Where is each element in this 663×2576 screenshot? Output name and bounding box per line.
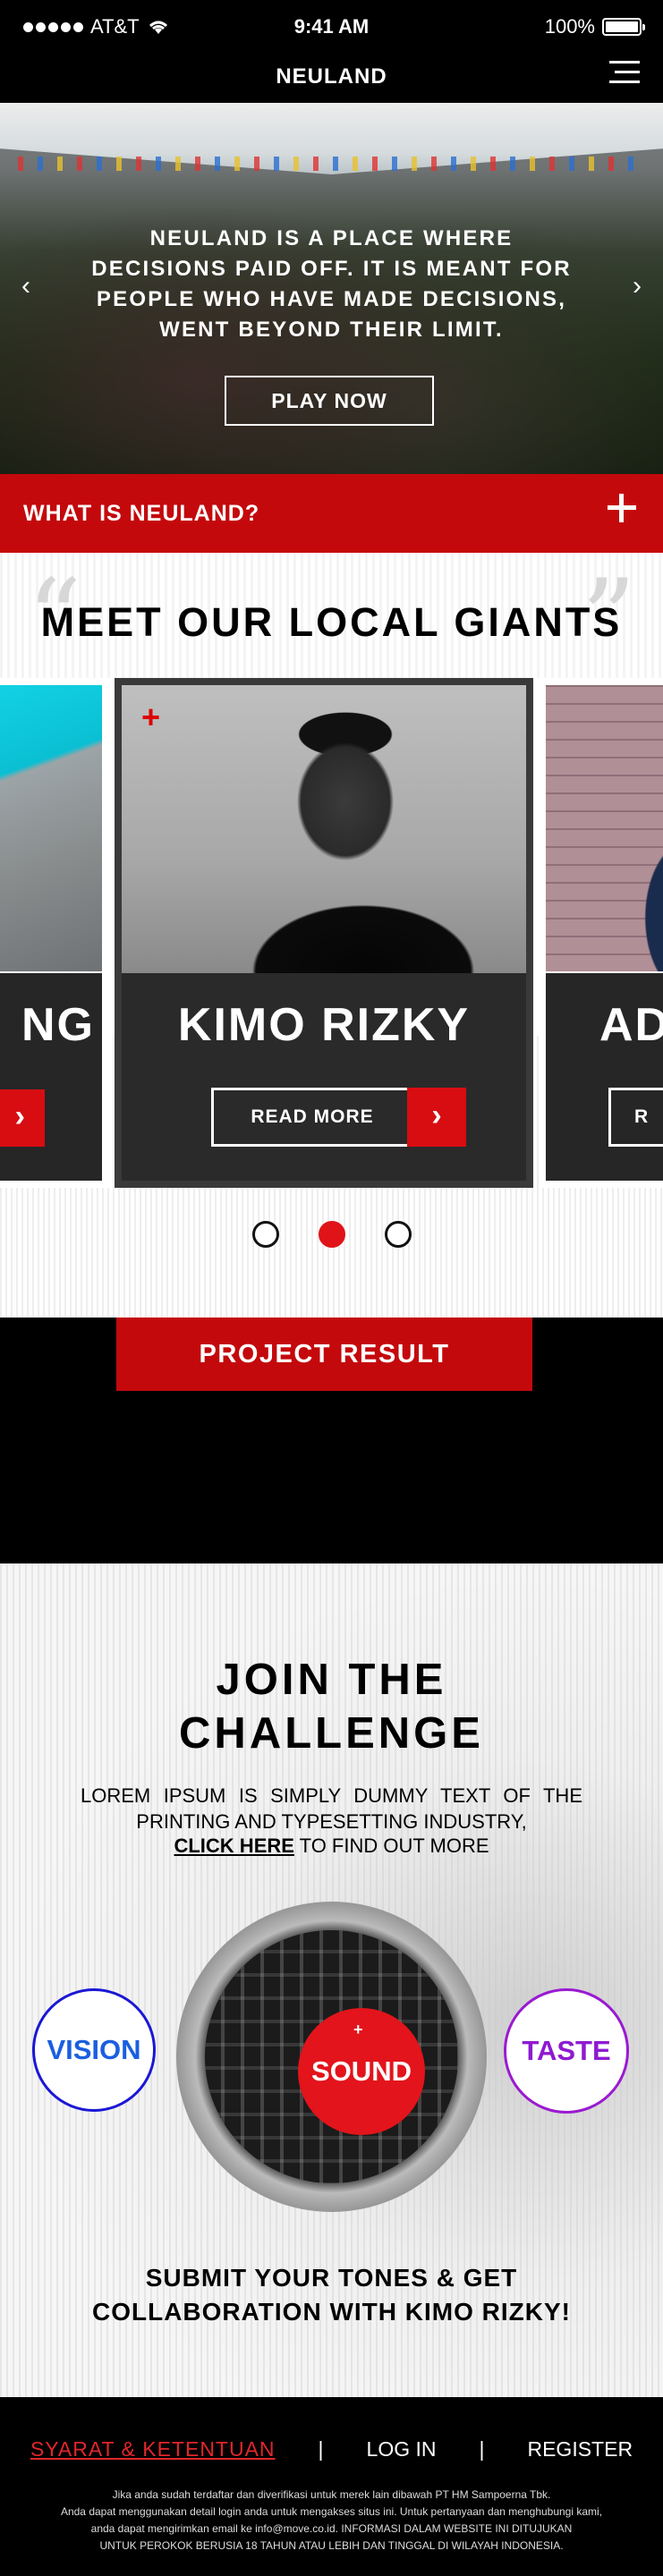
login-link[interactable]: LOG IN — [367, 2437, 437, 2462]
read-more-button[interactable]: R — [608, 1088, 663, 1147]
click-here-link[interactable]: CLICK HERE — [174, 1835, 293, 1857]
project-result-button[interactable]: PROJECT RESULT — [116, 1318, 532, 1391]
accordion-label: WHAT IS NEULAND? — [23, 501, 260, 526]
challenge-title: JOIN THE CHALLENGE — [0, 1653, 663, 1760]
what-is-neuland-accordion[interactable]: WHAT IS NEULAND? — [0, 474, 663, 553]
challenge-section: JOIN THE CHALLENGE LOREM IPSUM IS SIMPLY… — [0, 1563, 663, 2397]
disclaimer-line: anda dapat mengirimkan email ke info@mov… — [90, 2522, 573, 2535]
giant-photo — [0, 685, 102, 971]
footer-separator: | — [318, 2437, 324, 2461]
giant-photo — [122, 685, 526, 973]
status-right: 100% — [544, 15, 645, 38]
mixer-image: SOUND — [205, 1930, 458, 2183]
submit-text: SUBMIT YOUR TONES & GET COLLABORATION WI… — [0, 2261, 663, 2329]
plus-icon[interactable] — [608, 494, 636, 522]
terms-link[interactable]: SYARAT & KETENTUAN — [30, 2437, 276, 2462]
disclaimer-line: Anda dapat menggunakan detail login anda… — [60, 2505, 603, 2518]
battery-label: 100% — [544, 15, 595, 38]
hero-text: NEULAND IS A PLACE WHERE DECISIONS PAID … — [91, 226, 572, 342]
giant-name: KIMO RIZKY — [177, 999, 471, 1051]
giant-card-next[interactable]: AD R — [539, 678, 663, 1188]
nav-bar: NEULAND — [0, 54, 663, 103]
giant-card-active[interactable]: + KIMO RIZKY READ MORE › — [115, 678, 533, 1188]
carousel-dot[interactable] — [251, 1221, 279, 1248]
taste-option[interactable]: TASTE — [504, 1988, 629, 2114]
giant-card-prev[interactable]: NG › — [0, 678, 109, 1188]
vision-option[interactable]: VISION — [32, 1988, 156, 2112]
challenge-title-line1: JOIN THE — [216, 1656, 447, 1704]
challenge-title-line2: CHALLENGE — [179, 1709, 484, 1758]
register-link[interactable]: REGISTER — [527, 2437, 633, 2462]
bunting-image — [18, 157, 645, 171]
link-suffix: TO FIND OUT MORE — [293, 1835, 489, 1857]
giant-name: NG — [21, 999, 95, 1051]
sound-option[interactable]: SOUND — [176, 1902, 487, 2212]
chevron-left-icon[interactable]: ‹ — [21, 271, 30, 301]
footer-separator: | — [479, 2437, 485, 2461]
battery-icon — [602, 18, 645, 36]
carousel-dots — [0, 1221, 663, 1248]
chevron-right-icon: › — [407, 1088, 466, 1147]
disclaimer-line: UNTUK PEROKOK BERUSIA 18 TAHUN ATAU LEBI… — [99, 2539, 564, 2552]
read-more-button[interactable]: READ MORE › — [211, 1088, 466, 1147]
status-bar: AT&T 9:41 AM 100% — [0, 0, 663, 54]
carousel-dot-active[interactable] — [318, 1221, 345, 1248]
play-now-button[interactable]: PLAY NOW — [225, 376, 434, 426]
plus-icon: + — [353, 2021, 363, 2038]
chevron-right-icon[interactable]: › — [633, 271, 642, 301]
carousel-dot[interactable] — [384, 1221, 412, 1248]
challenge-link-line: CLICK HERE TO FIND OUT MORE — [0, 1835, 663, 1858]
giant-name: AD — [599, 999, 663, 1051]
plus-icon[interactable]: + — [141, 701, 160, 733]
footer: SYARAT & KETENTUAN | LOG IN | REGISTER J… — [0, 2397, 663, 2576]
disclaimer-line: Jika anda sudah terdaftar dan diverifika… — [112, 2488, 551, 2501]
giants-title: MEET OUR LOCAL GIANTS — [40, 599, 623, 645]
footer-links: SYARAT & KETENTUAN | LOG IN | REGISTER — [0, 2437, 663, 2462]
chevron-right-icon[interactable]: › — [0, 1089, 45, 1147]
giants-section: “ ” MEET OUR LOCAL GIANTS NG › + KIMO RI… — [0, 553, 663, 1318]
footer-disclaimer: Jika anda sudah terdaftar dan diverifika… — [27, 2487, 636, 2555]
read-more-label: READ MORE — [251, 1106, 374, 1127]
brand-logo[interactable]: NEULAND — [0, 64, 663, 89]
hero-banner: ‹ › NEULAND IS A PLACE WHERE DECISIONS P… — [0, 103, 663, 474]
challenge-text: LOREM IPSUM IS SIMPLY DUMMY TEXT OF THE … — [81, 1784, 582, 1833]
submit-line1: SUBMIT YOUR TONES & GET — [145, 2264, 518, 2292]
hamburger-icon[interactable] — [609, 61, 640, 86]
giant-photo — [546, 685, 663, 971]
project-section: PROJECT RESULT — [0, 1318, 663, 1563]
submit-line2: COLLABORATION WITH KIMO RIZKY! — [92, 2298, 571, 2326]
